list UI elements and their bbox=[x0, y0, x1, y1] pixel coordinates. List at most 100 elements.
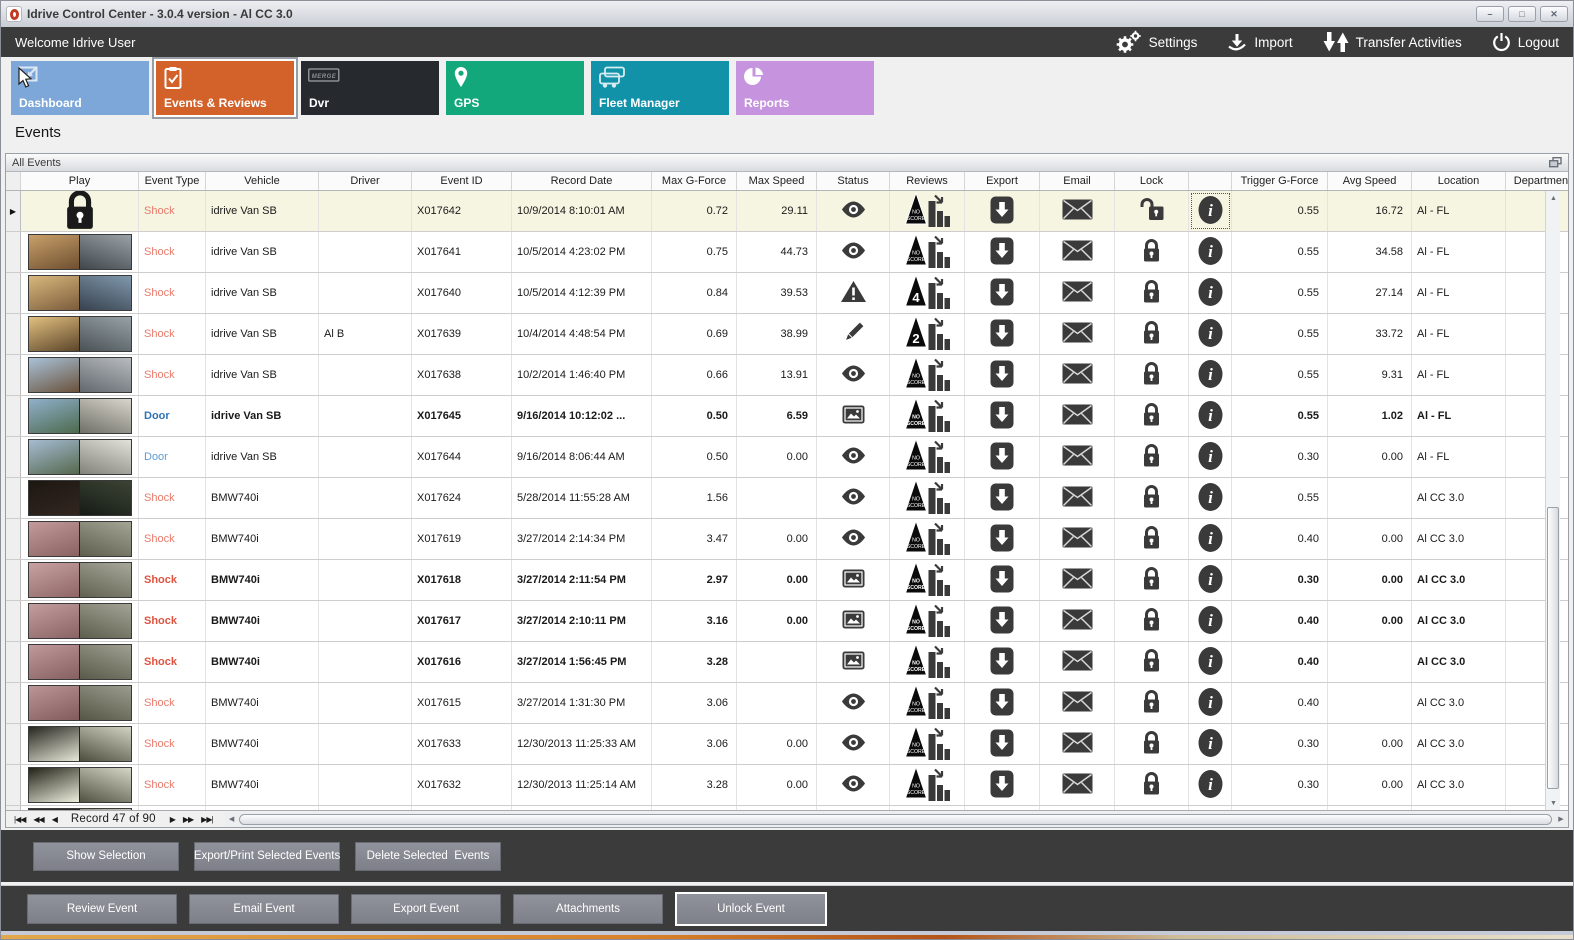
email-cell[interactable] bbox=[1040, 601, 1115, 641]
reviews-cell[interactable]: NO SCORE bbox=[890, 642, 965, 682]
column-header-record-date[interactable]: Record Date bbox=[512, 172, 652, 190]
column-header-lock[interactable]: Lock bbox=[1115, 172, 1189, 190]
import-button[interactable]: Import bbox=[1227, 33, 1293, 52]
locked-icon[interactable] bbox=[1141, 443, 1162, 471]
lock-cell[interactable] bbox=[1115, 396, 1189, 436]
info-icon[interactable]: i bbox=[1197, 359, 1224, 392]
info-cell[interactable]: i bbox=[1189, 355, 1232, 395]
next-record-button[interactable]: ▶ bbox=[166, 815, 179, 824]
info-cell[interactable]: i bbox=[1189, 642, 1232, 682]
event-thumbnail[interactable] bbox=[27, 603, 132, 639]
email-icon[interactable] bbox=[1062, 732, 1093, 756]
info-cell[interactable]: i bbox=[1189, 765, 1232, 805]
export-event-button[interactable]: Export Event bbox=[351, 893, 501, 924]
locked-icon[interactable] bbox=[1141, 648, 1162, 676]
info-icon[interactable]: i bbox=[1197, 441, 1224, 474]
email-icon[interactable] bbox=[1062, 650, 1093, 674]
email-cell[interactable] bbox=[1040, 765, 1115, 805]
event-thumbnail[interactable] bbox=[27, 521, 132, 557]
horizontal-scrollbar[interactable]: ◀ ▶ bbox=[224, 811, 1568, 827]
email-icon[interactable] bbox=[1062, 322, 1093, 346]
export-cell[interactable] bbox=[965, 273, 1040, 313]
review-score-icon[interactable]: NO SCORE bbox=[904, 683, 950, 722]
email-icon[interactable] bbox=[1062, 486, 1093, 510]
export-print-selected-events-button[interactable]: Export/Print Selected Events bbox=[194, 841, 340, 871]
info-icon[interactable]: i bbox=[1197, 769, 1224, 802]
event-thumbnail[interactable] bbox=[27, 767, 132, 803]
email-icon[interactable] bbox=[1062, 773, 1093, 797]
scroll-up-icon[interactable]: ▲ bbox=[1546, 191, 1561, 205]
email-cell[interactable] bbox=[1040, 355, 1115, 395]
reviews-cell[interactable]: NO SCORE bbox=[890, 560, 965, 600]
email-icon[interactable] bbox=[1062, 199, 1093, 223]
maximize-button[interactable]: □ bbox=[1508, 6, 1536, 22]
locked-icon[interactable] bbox=[1141, 238, 1162, 266]
reviews-cell[interactable]: NO SCORE bbox=[890, 519, 965, 559]
info-icon[interactable]: i bbox=[1197, 728, 1224, 761]
table-row[interactable]: Shock BMW740i X017619 3/27/2014 2:14:34 PM 3… bbox=[6, 519, 1568, 560]
review-score-icon[interactable]: 2 bbox=[904, 314, 950, 353]
first-record-button[interactable]: |◀◀ bbox=[10, 815, 29, 824]
email-cell[interactable] bbox=[1040, 724, 1115, 764]
prev-record-button[interactable]: ◀ bbox=[48, 815, 61, 824]
email-cell[interactable] bbox=[1040, 806, 1115, 810]
review-score-icon[interactable]: NO SCORE bbox=[904, 642, 950, 681]
nav-tile-events-reviews[interactable]: Events & Reviews bbox=[156, 61, 294, 115]
reviews-cell[interactable]: NO SCORE bbox=[890, 232, 965, 272]
locked-icon[interactable] bbox=[1141, 525, 1162, 553]
table-row[interactable]: ▶ Shock idrive Van SB X017642 10/9/2014 8:10… bbox=[6, 191, 1568, 232]
lock-cell[interactable] bbox=[1115, 683, 1189, 723]
table-row[interactable]: Door idrive Van SB X017645 9/16/2014 10:12:… bbox=[6, 396, 1568, 437]
review-event-button[interactable]: Review Event bbox=[27, 893, 177, 924]
event-thumbnail[interactable] bbox=[27, 480, 132, 516]
review-score-icon[interactable]: NO SCORE bbox=[904, 396, 950, 435]
scroll-down-icon[interactable]: ▼ bbox=[1546, 796, 1561, 810]
play-cell[interactable] bbox=[21, 273, 139, 313]
locked-icon[interactable] bbox=[1141, 566, 1162, 594]
lock-cell[interactable] bbox=[1115, 724, 1189, 764]
info-icon[interactable]: i bbox=[1197, 482, 1224, 515]
play-cell[interactable] bbox=[21, 601, 139, 641]
lock-cell[interactable] bbox=[1115, 232, 1189, 272]
reviews-cell[interactable]: NO SCORE bbox=[890, 765, 965, 805]
info-icon[interactable]: i bbox=[1197, 400, 1224, 433]
column-header-play[interactable]: Play bbox=[21, 172, 139, 190]
show-selection-button[interactable]: Show Selection bbox=[33, 841, 179, 871]
scroll-left-icon[interactable]: ◀ bbox=[225, 815, 239, 823]
transfer-activities-button[interactable]: Transfer Activities bbox=[1323, 32, 1462, 52]
minimize-button[interactable]: – bbox=[1476, 6, 1504, 22]
locked-icon[interactable] bbox=[1141, 689, 1162, 717]
logout-button[interactable]: Logout bbox=[1492, 32, 1559, 52]
event-thumbnail[interactable] bbox=[27, 275, 132, 311]
lock-cell[interactable] bbox=[1115, 437, 1189, 477]
table-row[interactable]: Shock idrive Van SB X017640 10/5/2014 4:12:… bbox=[6, 273, 1568, 314]
table-row[interactable]: Shock idrive Van SB Al B X017639 10/4/2014 4… bbox=[6, 314, 1568, 355]
reviews-cell[interactable]: NO SCORE bbox=[890, 683, 965, 723]
event-thumbnail[interactable] bbox=[27, 808, 132, 810]
info-cell[interactable]: i bbox=[1189, 396, 1232, 436]
reviews-cell[interactable] bbox=[890, 806, 965, 810]
event-thumbnail[interactable] bbox=[27, 357, 132, 393]
info-cell[interactable]: i bbox=[1189, 478, 1232, 518]
email-cell[interactable] bbox=[1040, 642, 1115, 682]
export-icon[interactable] bbox=[990, 278, 1014, 309]
play-cell[interactable] bbox=[21, 683, 139, 723]
lock-cell[interactable] bbox=[1115, 519, 1189, 559]
info-cell[interactable]: i bbox=[1189, 560, 1232, 600]
info-cell[interactable]: i bbox=[1189, 724, 1232, 764]
popout-icon[interactable] bbox=[1549, 157, 1562, 168]
delete-selected-events-button[interactable]: Delete Selected Events bbox=[355, 841, 501, 871]
unlock-event-button[interactable]: Unlock Event bbox=[675, 891, 827, 926]
lock-cell[interactable] bbox=[1115, 560, 1189, 600]
info-cell[interactable]: i bbox=[1189, 683, 1232, 723]
nav-tile-fleet-manager[interactable]: Fleet Manager bbox=[591, 61, 729, 115]
reviews-cell[interactable]: NO SCORE bbox=[890, 191, 965, 231]
table-row[interactable] bbox=[6, 806, 1568, 810]
event-thumbnail[interactable] bbox=[27, 398, 132, 434]
info-cell[interactable]: i bbox=[1189, 601, 1232, 641]
review-score-icon[interactable]: NO SCORE bbox=[904, 191, 950, 230]
review-score-icon[interactable]: NO SCORE bbox=[904, 519, 950, 558]
last-record-button[interactable]: ▶▶| bbox=[197, 815, 216, 824]
table-row[interactable]: Shock BMW740i X017616 3/27/2014 1:56:45 PM 3… bbox=[6, 642, 1568, 683]
review-score-icon[interactable]: NO SCORE bbox=[904, 765, 950, 804]
